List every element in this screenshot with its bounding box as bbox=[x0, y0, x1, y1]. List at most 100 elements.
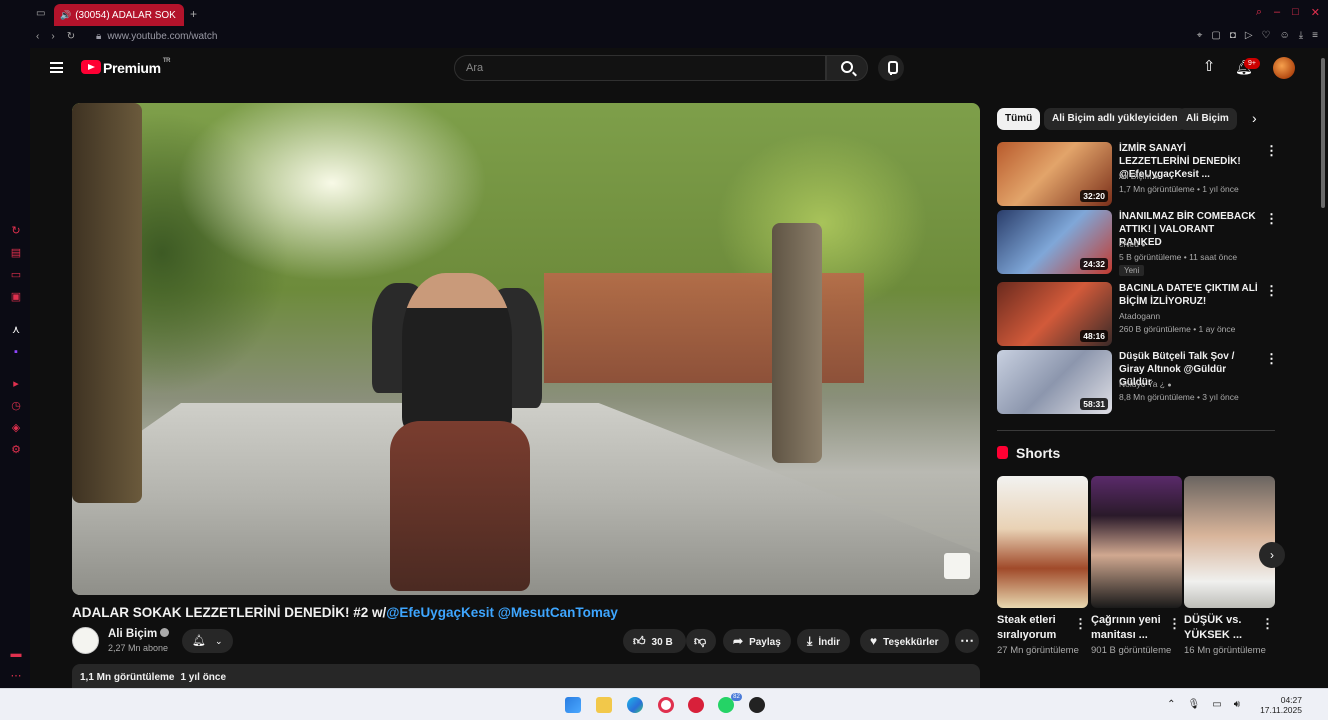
kebab-menu-icon[interactable]: ⋮ bbox=[1265, 283, 1278, 299]
more-actions-button[interactable]: ⋯ bbox=[955, 629, 979, 653]
video-thumbnail[interactable]: 48:16 bbox=[997, 282, 1112, 346]
kebab-menu-icon[interactable]: ⋮ bbox=[1168, 616, 1181, 632]
upload-icon[interactable]: ⇧ bbox=[1202, 59, 1216, 75]
chip-channel[interactable]: Ali Biçim bbox=[1178, 108, 1237, 130]
like-button[interactable]: 👍︎ 30 B bbox=[623, 629, 686, 653]
download-icon[interactable]: ⤓ bbox=[1299, 30, 1303, 41]
subscription-bell-button[interactable]: 🔔︎ ⌄ bbox=[182, 629, 233, 653]
youtube-logo-icon[interactable] bbox=[81, 60, 101, 74]
chip-from-uploader[interactable]: Ali Biçim adlı yükleyiciden bbox=[1044, 108, 1186, 130]
microphone-icon[interactable]: 🎙︎ bbox=[1188, 699, 1201, 710]
thanks-button[interactable]: ♥ Teşekkürler bbox=[860, 629, 949, 653]
hamburger-menu-icon[interactable] bbox=[50, 62, 63, 73]
app-icon[interactable] bbox=[749, 697, 765, 713]
twitch-icon[interactable]: ▪ bbox=[10, 346, 22, 358]
dislike-button[interactable]: 👎︎ bbox=[686, 629, 716, 653]
back-button[interactable]: ‹ bbox=[36, 31, 39, 42]
short-title[interactable]: DÜŞÜK vs. YÜKSEK ... bbox=[1184, 613, 1260, 643]
play-circle-icon[interactable]: ▸ bbox=[10, 378, 22, 390]
chip-all[interactable]: Tümü bbox=[997, 108, 1041, 130]
messenger-icon[interactable]: ▭ bbox=[10, 269, 22, 281]
channel-name[interactable]: Noluyo Ya ¿ ● bbox=[1119, 378, 1172, 392]
file-explorer-icon[interactable] bbox=[596, 697, 612, 713]
scrollbar-thumb[interactable] bbox=[1321, 58, 1325, 208]
short-title[interactable]: Steak etleri sıralıyorum bbox=[997, 613, 1073, 643]
volume-icon[interactable]: 🔊︎ bbox=[1234, 699, 1240, 710]
url-field[interactable]: www.youtube.com/watch bbox=[107, 31, 217, 42]
channel-name[interactable]: Ali Biçim bbox=[108, 628, 170, 640]
player-icon[interactable]: ▣ bbox=[10, 291, 22, 303]
more-icon[interactable]: ⋯ bbox=[10, 670, 22, 682]
related-video[interactable]: 24:32 İNANILMAZ BİR COMEBACK ATTIK! | VA… bbox=[997, 210, 1278, 276]
shorts-next-button[interactable]: › bbox=[1259, 542, 1285, 568]
short-thumbnail[interactable] bbox=[1091, 476, 1182, 608]
maximize-button[interactable]: □ bbox=[1292, 6, 1299, 19]
short-item[interactable]: DÜŞÜK vs. YÜKSEK ... 16 Mn görüntüleme ⋮ bbox=[1184, 476, 1276, 657]
edge-icon[interactable] bbox=[627, 697, 643, 713]
short-thumbnail[interactable] bbox=[997, 476, 1088, 608]
channel-name[interactable]: Atadogann bbox=[1119, 310, 1160, 323]
new-tab-button[interactable]: + bbox=[190, 7, 197, 21]
video-thumbnail[interactable]: 32:20 bbox=[997, 142, 1112, 206]
account-avatar[interactable] bbox=[1273, 57, 1295, 79]
network-icon[interactable]: ▭ bbox=[1212, 699, 1221, 710]
close-button[interactable]: ✕ bbox=[1311, 6, 1320, 19]
chevron-right-icon[interactable]: › bbox=[1252, 110, 1257, 126]
video-thumbnail[interactable]: 58:31 bbox=[997, 350, 1112, 414]
channel-avatar[interactable] bbox=[72, 627, 99, 654]
short-thumbnail[interactable] bbox=[1184, 476, 1275, 608]
kebab-menu-icon[interactable]: ⋮ bbox=[1074, 616, 1087, 632]
title-mention-link[interactable]: @EfeUygaçKesit bbox=[386, 605, 494, 620]
extensions-icon[interactable]: ◈ bbox=[10, 422, 22, 434]
share-button[interactable]: ➦ Paylaş bbox=[723, 629, 791, 653]
related-video[interactable]: 48:16 BACINLA DATE'E ÇIKTIM ALİ BİÇİM İZ… bbox=[997, 282, 1278, 346]
media-player-icon[interactable] bbox=[688, 697, 704, 713]
download-button[interactable]: ⤓ İndir bbox=[797, 629, 850, 653]
kebab-menu-icon[interactable]: ⋮ bbox=[1265, 211, 1278, 227]
snapshot-icon[interactable]: ▢ bbox=[1211, 30, 1220, 41]
tab-youtube[interactable]: 🔊 (30054) ADALAR SOK bbox=[54, 4, 184, 26]
forward-button[interactable]: › bbox=[51, 31, 54, 42]
search-button[interactable] bbox=[826, 55, 868, 81]
windows-start-icon[interactable] bbox=[565, 697, 581, 713]
tab-overview-icon[interactable]: ▭ bbox=[36, 8, 45, 19]
related-video[interactable]: 32:20 İZMİR SANAYİ LEZZETLERİNİ DENEDİK!… bbox=[997, 142, 1278, 206]
reload-button[interactable]: ↻ bbox=[67, 31, 75, 42]
channel-name[interactable]: cNed ● bbox=[1119, 238, 1145, 252]
video-title-link[interactable]: BACINLA DATE'E ÇIKTIM ALİ BİÇİM İZLİYORU… bbox=[1119, 282, 1259, 308]
description-box[interactable]: 1,1 Mn görüntüleme 1 yıl önce bbox=[72, 664, 980, 688]
search-input[interactable]: Ara bbox=[454, 55, 826, 81]
short-item[interactable]: Steak etleri sıralıyorum 27 Mn görüntüle… bbox=[997, 476, 1089, 657]
clock[interactable]: 04:27 17.11.2025 bbox=[1260, 695, 1302, 715]
profile-icon[interactable]: ☺ bbox=[1280, 30, 1290, 41]
heart-icon[interactable]: ♡ bbox=[1262, 30, 1271, 41]
settings-gear-icon[interactable]: ⚙ bbox=[10, 444, 22, 456]
kebab-menu-icon[interactable]: ⋮ bbox=[1265, 143, 1278, 159]
history-icon[interactable]: ◷ bbox=[10, 400, 22, 412]
opera-gx-icon[interactable] bbox=[658, 697, 674, 713]
related-video[interactable]: 58:31 Düşük Bütçeli Talk Şov / Giray Alt… bbox=[997, 350, 1278, 414]
voice-search-button[interactable] bbox=[878, 55, 904, 81]
speaker-icon[interactable]: 🔊 bbox=[60, 10, 71, 21]
minimize-button[interactable]: – bbox=[1274, 6, 1280, 19]
search-tabs-icon[interactable]: ⌕ bbox=[1256, 6, 1262, 19]
channel-watermark[interactable] bbox=[944, 553, 970, 579]
menu-icon[interactable]: ≡ bbox=[1312, 30, 1318, 41]
ai-icon[interactable]: ⋏ bbox=[10, 324, 22, 336]
chevron-up-icon[interactable]: ⌃ bbox=[1167, 699, 1175, 710]
title-mention-link[interactable]: @MesutCanTomay bbox=[498, 605, 618, 620]
pin-icon[interactable]: ⌖ bbox=[1197, 30, 1203, 41]
gx-icon[interactable]: ▬ bbox=[10, 648, 22, 660]
aria-icon[interactable]: ↻ bbox=[10, 225, 22, 237]
kebab-menu-icon[interactable]: ⋮ bbox=[1265, 351, 1278, 367]
shield-icon[interactable]: ◘ bbox=[1230, 30, 1236, 41]
channel-name[interactable]: Ali Biçim ● bbox=[1119, 170, 1158, 184]
page-scrollbar[interactable] bbox=[1318, 48, 1328, 688]
crypto-wallet-icon[interactable]: ▤ bbox=[10, 247, 22, 259]
kebab-menu-icon[interactable]: ⋮ bbox=[1261, 616, 1274, 632]
video-thumbnail[interactable]: 24:32 bbox=[997, 210, 1112, 274]
short-title[interactable]: Çağrının yeni manitası ... bbox=[1091, 613, 1167, 643]
youtube-premium-wordmark[interactable]: Premium TR bbox=[103, 58, 171, 76]
video-player[interactable] bbox=[72, 103, 980, 595]
play-icon[interactable]: ▷ bbox=[1245, 30, 1253, 41]
